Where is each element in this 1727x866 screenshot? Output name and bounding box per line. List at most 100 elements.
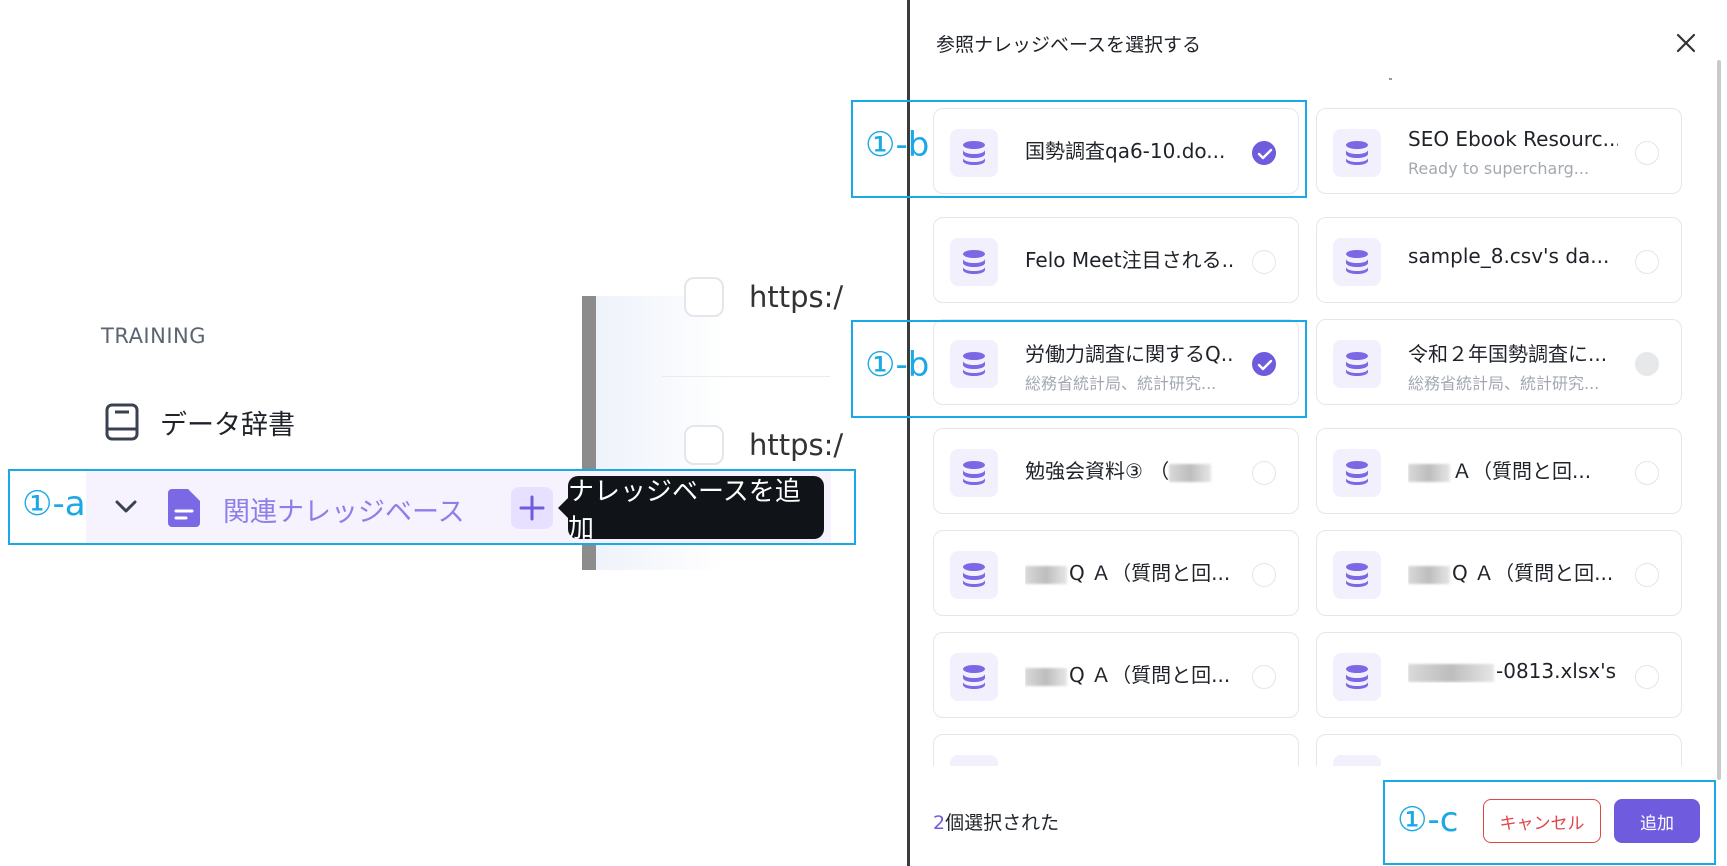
card-subtitle: 総務省統計局、統計研究... <box>1025 374 1217 393</box>
check-icon <box>1257 359 1273 371</box>
database-icon <box>950 653 998 701</box>
close-icon[interactable] <box>1673 30 1699 56</box>
add-button[interactable]: 追加 <box>1614 799 1700 843</box>
card-title: Q Ａ（質問と回... <box>1025 557 1235 586</box>
book-icon <box>105 403 139 441</box>
sidebar-item-label: データ辞書 <box>160 409 295 441</box>
knowledge-base-card[interactable]: sample_8.csv's da... <box>1316 217 1682 303</box>
card-title: sample_8.csv's da... <box>1408 244 1610 268</box>
card-checkbox[interactable] <box>1252 250 1276 274</box>
card-title: Q Ａ（質問と回... <box>1408 557 1618 586</box>
selected-count: 2 <box>933 812 946 834</box>
redacted-text <box>1408 663 1494 682</box>
knowledge-base-card[interactable]: Felo Meet注目される... <box>933 217 1299 303</box>
card-checkbox[interactable] <box>1635 563 1659 587</box>
annotation-label-a: ①-a <box>22 484 86 524</box>
modal-title: 参照ナレッジベースを選択する <box>936 34 1202 56</box>
section-label-training: TRAINING <box>101 324 207 348</box>
card-checkbox[interactable] <box>1635 352 1659 376</box>
document-icon <box>168 489 200 527</box>
card-title-text: Ａ（質問と回... <box>1452 459 1592 483</box>
list-item[interactable]: https:/ <box>684 425 843 465</box>
url-text: https:/ <box>749 428 844 462</box>
card-checkbox[interactable] <box>1635 141 1659 165</box>
knowledge-base-card[interactable] <box>933 734 1299 766</box>
knowledge-base-card[interactable]: SEO Ebook Resourc... Ready to supercharg… <box>1316 108 1682 194</box>
database-icon <box>1333 551 1381 599</box>
chevron-down-icon[interactable] <box>114 496 138 516</box>
add-knowledge-base-tooltip: ナレッジベースを追加 <box>558 476 824 544</box>
annotation-label-c: ①-c <box>1397 800 1459 840</box>
card-title: 労働力調査に関するQ... <box>1025 342 1235 366</box>
redacted-text <box>1408 565 1450 584</box>
knowledge-base-card[interactable] <box>1316 734 1682 766</box>
selected-count-text: 2個選択された <box>933 808 1059 835</box>
card-title-text: Q Ａ（質問と回... <box>1069 561 1231 585</box>
card-checkbox[interactable] <box>1252 352 1276 376</box>
row-checkbox[interactable] <box>684 425 724 465</box>
database-icon <box>1333 238 1381 286</box>
plus-icon <box>519 495 545 521</box>
card-title: Q Ａ（質問と回... <box>1025 659 1235 688</box>
knowledge-base-card[interactable]: Q Ａ（質問と回... <box>1316 530 1682 616</box>
annotation-label-b1: ①-b <box>865 125 930 165</box>
database-icon <box>1333 653 1381 701</box>
card-title: Felo Meet注目される... <box>1025 248 1235 272</box>
database-icon <box>1333 449 1381 497</box>
card-title: -0813.xlsx's... <box>1408 659 1618 683</box>
database-icon <box>1333 340 1381 388</box>
card-checkbox[interactable] <box>1252 461 1276 485</box>
card-title-text: 勉強会資料③ （ <box>1025 459 1170 483</box>
knowledge-base-card[interactable]: Ａ（質問と回... <box>1316 428 1682 514</box>
knowledge-base-card[interactable]: 国勢調査qa6-10.do... <box>933 108 1299 194</box>
database-icon <box>950 449 998 497</box>
knowledge-base-card[interactable]: Q Ａ（質問と回... <box>933 530 1299 616</box>
card-title-text: -0813.xlsx's... <box>1496 659 1618 683</box>
database-icon <box>950 340 998 388</box>
card-title-text: Q Ａ（質問と回... <box>1069 663 1231 687</box>
card-checkbox[interactable] <box>1635 665 1659 689</box>
check-icon <box>1257 148 1273 160</box>
url-text: https:/ <box>749 280 844 314</box>
scrollbar[interactable] <box>1717 60 1721 780</box>
knowledge-base-card[interactable]: Q Ａ（質問と回... <box>933 632 1299 718</box>
sidebar-item-label: 関連ナレッジベース <box>223 497 465 528</box>
database-icon <box>950 755 998 766</box>
database-icon <box>950 129 998 177</box>
card-title: Ａ（質問と回... <box>1408 455 1618 484</box>
database-icon <box>1333 129 1381 177</box>
divider <box>1389 78 1392 80</box>
add-knowledge-base-button[interactable] <box>511 487 553 529</box>
database-icon <box>1333 755 1381 766</box>
select-knowledge-base-modal: 参照ナレッジベースを選択する 国勢調査qa6-10.do... SEO Eboo… <box>907 0 1727 866</box>
knowledge-base-card[interactable]: -0813.xlsx's... <box>1316 632 1682 718</box>
card-title: 国勢調査qa6-10.do... <box>1025 139 1226 163</box>
card-title: 勉強会資料③ （ <box>1025 455 1235 484</box>
redacted-text <box>1169 463 1212 482</box>
annotation-label-b2: ①-b <box>865 345 930 385</box>
list-item[interactable]: https:/ <box>684 277 843 317</box>
card-checkbox[interactable] <box>1252 665 1276 689</box>
card-checkbox[interactable] <box>1252 141 1276 165</box>
card-checkbox[interactable] <box>1635 461 1659 485</box>
card-checkbox[interactable] <box>1635 250 1659 274</box>
database-icon <box>950 551 998 599</box>
knowledge-base-card[interactable]: 労働力調査に関するQ... 総務省統計局、統計研究... <box>933 319 1299 405</box>
redacted-text <box>1408 463 1450 482</box>
card-subtitle: Ready to supercharg... <box>1408 159 1590 178</box>
database-icon <box>950 238 998 286</box>
redacted-text <box>1025 667 1067 686</box>
cancel-button[interactable]: キャンセル <box>1483 799 1601 843</box>
knowledge-base-grid: 国勢調査qa6-10.do... SEO Ebook Resourc... Re… <box>933 108 1683 766</box>
divider <box>662 376 830 377</box>
card-subtitle: 総務省統計局、統計研究... <box>1408 374 1600 393</box>
sidebar-item-data-dictionary[interactable]: データ辞書 <box>104 400 295 444</box>
redacted-text <box>1025 565 1067 584</box>
card-title: SEO Ebook Resourc... <box>1408 127 1618 151</box>
card-title: 令和２年国勢調査に... <box>1408 342 1608 366</box>
card-checkbox[interactable] <box>1252 563 1276 587</box>
row-checkbox[interactable] <box>684 277 724 317</box>
knowledge-base-card[interactable]: 令和２年国勢調査に... 総務省統計局、統計研究... <box>1316 319 1682 405</box>
knowledge-base-card[interactable]: 勉強会資料③ （ <box>933 428 1299 514</box>
selected-suffix: 個選択された <box>945 812 1060 834</box>
